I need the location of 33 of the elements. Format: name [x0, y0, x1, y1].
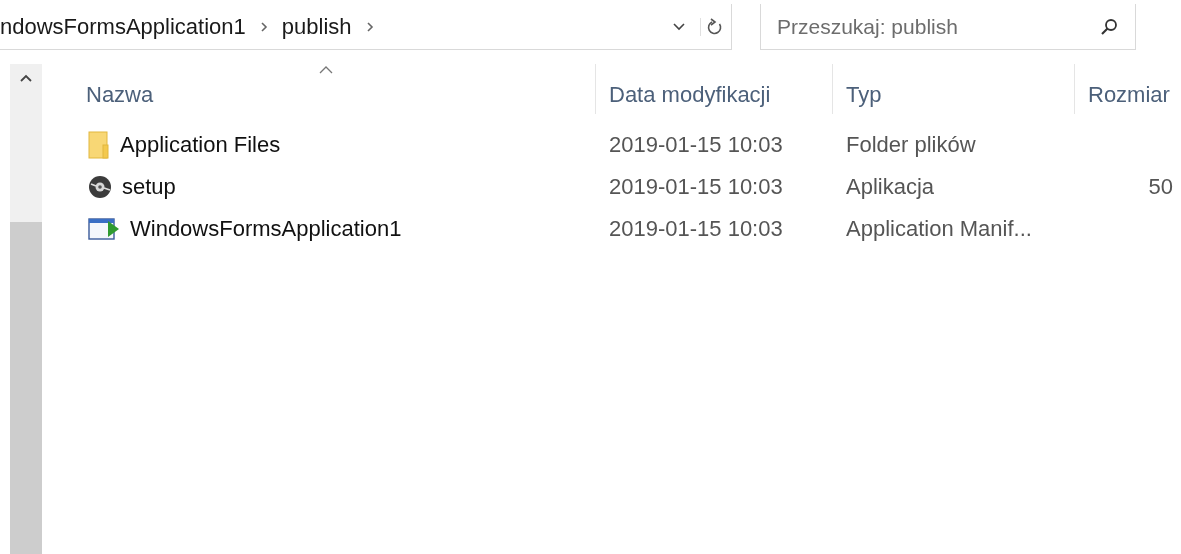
file-row[interactable]: setup 2019-01-15 10:03 Aplikacja 50 [42, 166, 1181, 208]
search-field[interactable]: Przeszukaj: publish [760, 4, 1136, 50]
date-text: 2019-01-15 10:03 [609, 174, 783, 200]
column-header[interactable]: Nazwa [42, 64, 596, 114]
type-text: Application Manif... [846, 216, 1032, 242]
scrollbar[interactable] [10, 64, 42, 554]
column-header[interactable]: Typ [833, 64, 1075, 114]
chevron-icon[interactable] [259, 20, 268, 33]
file-row[interactable]: Application Files 2019-01-15 10:03 Folder plików [42, 124, 1181, 166]
app-window-icon [88, 218, 120, 240]
search-icon[interactable] [1100, 18, 1118, 36]
file-row[interactable]: WindowsFormsApplication1 2019-01-15 10:03 Application Manif... [42, 208, 1181, 250]
column-header[interactable]: Data modyfikacji [596, 64, 833, 114]
date-text: 2019-01-15 10:03 [609, 216, 783, 242]
refresh-icon[interactable] [700, 17, 723, 36]
date-text: 2019-01-15 10:03 [609, 132, 783, 158]
size-text: 50 [1148, 174, 1173, 200]
column-header[interactable]: Rozmiar [1075, 64, 1181, 114]
type-text: Folder plików [846, 132, 976, 158]
file-name: Application Files [120, 132, 281, 158]
disc-icon [88, 175, 112, 199]
file-name: setup [122, 174, 176, 200]
sort-caret-icon [318, 66, 333, 74]
scrollbar-thumb[interactable] [10, 222, 42, 554]
file-name: WindowsFormsApplication1 [130, 216, 402, 242]
type-text: Aplikacja [846, 174, 935, 200]
folder-icon [88, 131, 110, 159]
breadcrumb[interactable]: publish [281, 13, 352, 40]
address-bar[interactable]: ndowsFormsApplication1 publish [0, 4, 732, 50]
scroll-up-icon[interactable] [20, 74, 32, 82]
dropdown-icon[interactable] [672, 21, 686, 32]
chevron-icon[interactable] [365, 20, 374, 33]
breadcrumb[interactable]: ndowsFormsApplication1 [0, 13, 246, 40]
